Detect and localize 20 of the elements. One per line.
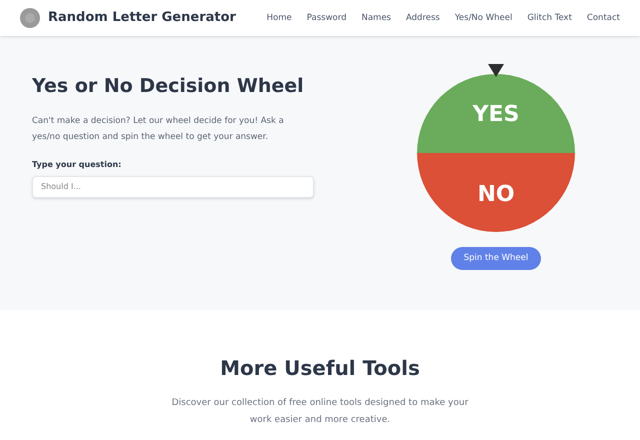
nav-link[interactable]: Home (266, 12, 292, 24)
nav-link[interactable]: Yes/No Wheel (454, 12, 512, 24)
spin-button[interactable]: Spin the Wheel (451, 247, 541, 270)
nav-link[interactable]: Password (306, 12, 346, 24)
nav-link[interactable]: Contact (586, 12, 620, 24)
nav-link[interactable]: Names (361, 12, 391, 24)
logo-icon (20, 8, 40, 28)
nav-link[interactable]: Address (406, 12, 440, 24)
description: Can't make a decision? Let our wheel decide for you! Ask a yes/no question and spin the wheel to get your answer. (32, 114, 285, 144)
segment-label: YES (472, 102, 520, 127)
brand-title[interactable]: Random Letter Generator (48, 8, 236, 28)
field-label: Type your question: (32, 158, 122, 170)
section-description: Discover our collection of free online tools designed to make your work easier and more creative. (170, 397, 470, 427)
question-field[interactable]: Should I... (32, 176, 314, 198)
page-title: Yes or No Decision Wheel (32, 74, 305, 99)
section-title: More Useful Tools (220, 355, 420, 382)
pointer-icon (488, 64, 504, 77)
decision-wheel[interactable]: YES NO (417, 74, 575, 232)
segment-label: NO (477, 182, 515, 207)
nav-link[interactable]: Glitch Text (527, 12, 572, 24)
